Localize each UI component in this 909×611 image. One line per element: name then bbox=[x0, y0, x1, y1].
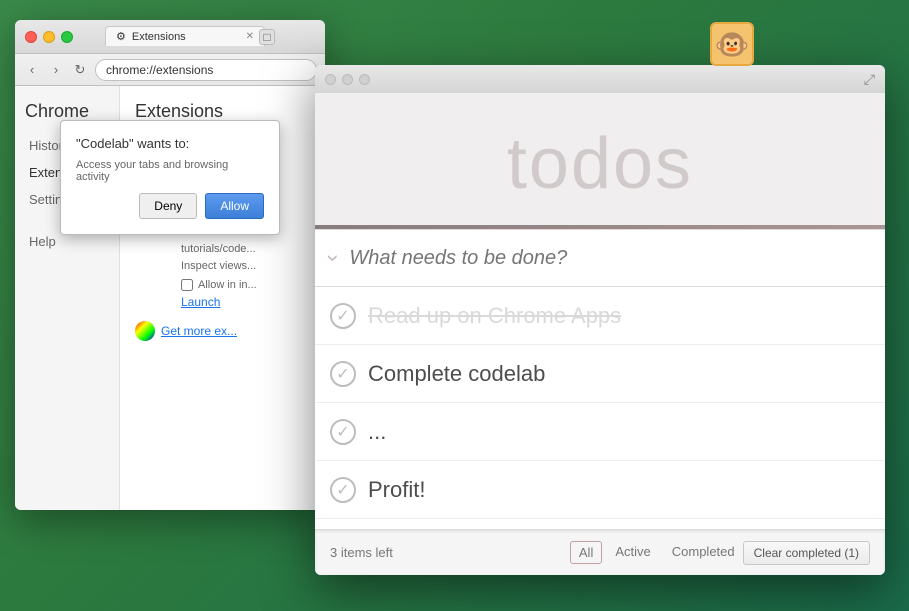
allow-incognito-row: Allow in in... bbox=[181, 279, 310, 291]
deny-button[interactable]: Deny bbox=[139, 193, 197, 219]
todo-item: ✓ Profit! bbox=[315, 461, 885, 519]
browser-titlebar: ⚙ Extensions ✕ □ bbox=[15, 20, 325, 54]
todos-window: ⤢ todos › ✓ Read up on Chrome Apps ✓ Com… bbox=[315, 65, 885, 575]
todo-item: ✓ ... bbox=[315, 403, 885, 461]
todos-maximize-button[interactable] bbox=[359, 74, 370, 85]
back-button[interactable]: ‹ bbox=[23, 61, 41, 79]
todo-item: ✓ Read up on Chrome Apps bbox=[315, 287, 885, 345]
clear-completed-button[interactable]: Clear completed (1) bbox=[743, 541, 870, 565]
allow-incognito-label: Allow in in... bbox=[198, 279, 257, 291]
tab-favicon-icon: ⚙ bbox=[116, 30, 126, 43]
todo-checkbox[interactable]: ✓ bbox=[330, 361, 356, 387]
todo-text: Read up on Chrome Apps bbox=[368, 303, 870, 329]
todo-checkbox[interactable]: ✓ bbox=[330, 303, 356, 329]
allow-incognito-checkbox[interactable] bbox=[181, 279, 193, 291]
todo-item: ✓ Complete codelab bbox=[315, 345, 885, 403]
todo-text: Complete codelab bbox=[368, 361, 870, 387]
forward-button[interactable]: › bbox=[47, 61, 65, 79]
main-title: Extensions bbox=[135, 101, 310, 122]
permission-title: "Codelab" wants to: bbox=[76, 136, 264, 151]
toggle-all-icon[interactable]: › bbox=[321, 254, 347, 261]
close-button[interactable] bbox=[25, 31, 37, 43]
permission-dialog: "Codelab" wants to: Access your tabs and… bbox=[60, 120, 280, 235]
launch-link[interactable]: Launch bbox=[181, 295, 310, 309]
traffic-lights bbox=[25, 31, 73, 43]
todos-body: todos › ✓ Read up on Chrome Apps ✓ Compl… bbox=[315, 93, 885, 575]
extension-path: tutorials/code... bbox=[181, 242, 310, 257]
filter-completed-button[interactable]: Completed bbox=[664, 541, 743, 564]
todos-titlebar: ⤢ bbox=[315, 65, 885, 93]
todos-list: ✓ Read up on Chrome Apps ✓ Complete code… bbox=[315, 287, 885, 529]
inspect-views[interactable]: Inspect views... bbox=[181, 259, 310, 274]
permission-description: Access your tabs and browsing activity bbox=[76, 159, 264, 183]
items-left-count: 3 items left bbox=[330, 545, 570, 560]
browser-tab[interactable]: ⚙ Extensions ✕ bbox=[105, 26, 265, 46]
avatar: 🐵 bbox=[710, 22, 754, 66]
todos-input-area: › bbox=[315, 229, 885, 287]
address-bar[interactable]: chrome://extensions bbox=[95, 59, 317, 81]
todo-checkbox[interactable]: ✓ bbox=[330, 419, 356, 445]
filter-all-button[interactable]: All bbox=[570, 541, 602, 564]
filter-active-button[interactable]: Active bbox=[607, 541, 658, 564]
todos-divider bbox=[315, 225, 885, 229]
minimize-button[interactable] bbox=[43, 31, 55, 43]
browser-toolbar: ‹ › ↻ chrome://extensions bbox=[15, 54, 325, 86]
permission-buttons: Deny Allow bbox=[76, 193, 264, 219]
new-todo-input[interactable] bbox=[349, 247, 870, 270]
allow-button[interactable]: Allow bbox=[205, 193, 264, 219]
todo-text: ... bbox=[368, 419, 870, 445]
todos-app-title: todos bbox=[315, 123, 885, 205]
todos-header: todos bbox=[315, 93, 885, 225]
tab-close-icon[interactable]: ✕ bbox=[246, 31, 254, 42]
filter-buttons: All Active Completed bbox=[570, 541, 743, 564]
browser-window: ⚙ Extensions ✕ □ ‹ › ↻ chrome://extensio… bbox=[15, 20, 325, 510]
get-more-extensions-link[interactable]: Get more ex... bbox=[135, 321, 310, 341]
reload-button[interactable]: ↻ bbox=[71, 61, 89, 79]
todos-minimize-button[interactable] bbox=[342, 74, 353, 85]
todos-footer: 3 items left All Active Completed Clear … bbox=[315, 529, 885, 575]
todo-checkbox[interactable]: ✓ bbox=[330, 477, 356, 503]
rainbow-icon bbox=[135, 321, 155, 341]
todo-text: Profit! bbox=[368, 477, 870, 503]
maximize-button[interactable] bbox=[61, 31, 73, 43]
address-text: chrome://extensions bbox=[106, 63, 213, 77]
tab-label: Extensions bbox=[132, 31, 186, 43]
sidebar-title: Chrome bbox=[25, 101, 109, 122]
new-tab-button[interactable]: □ bbox=[259, 29, 275, 45]
todos-expand-icon[interactable]: ⤢ bbox=[864, 71, 875, 88]
todos-close-button[interactable] bbox=[325, 74, 336, 85]
